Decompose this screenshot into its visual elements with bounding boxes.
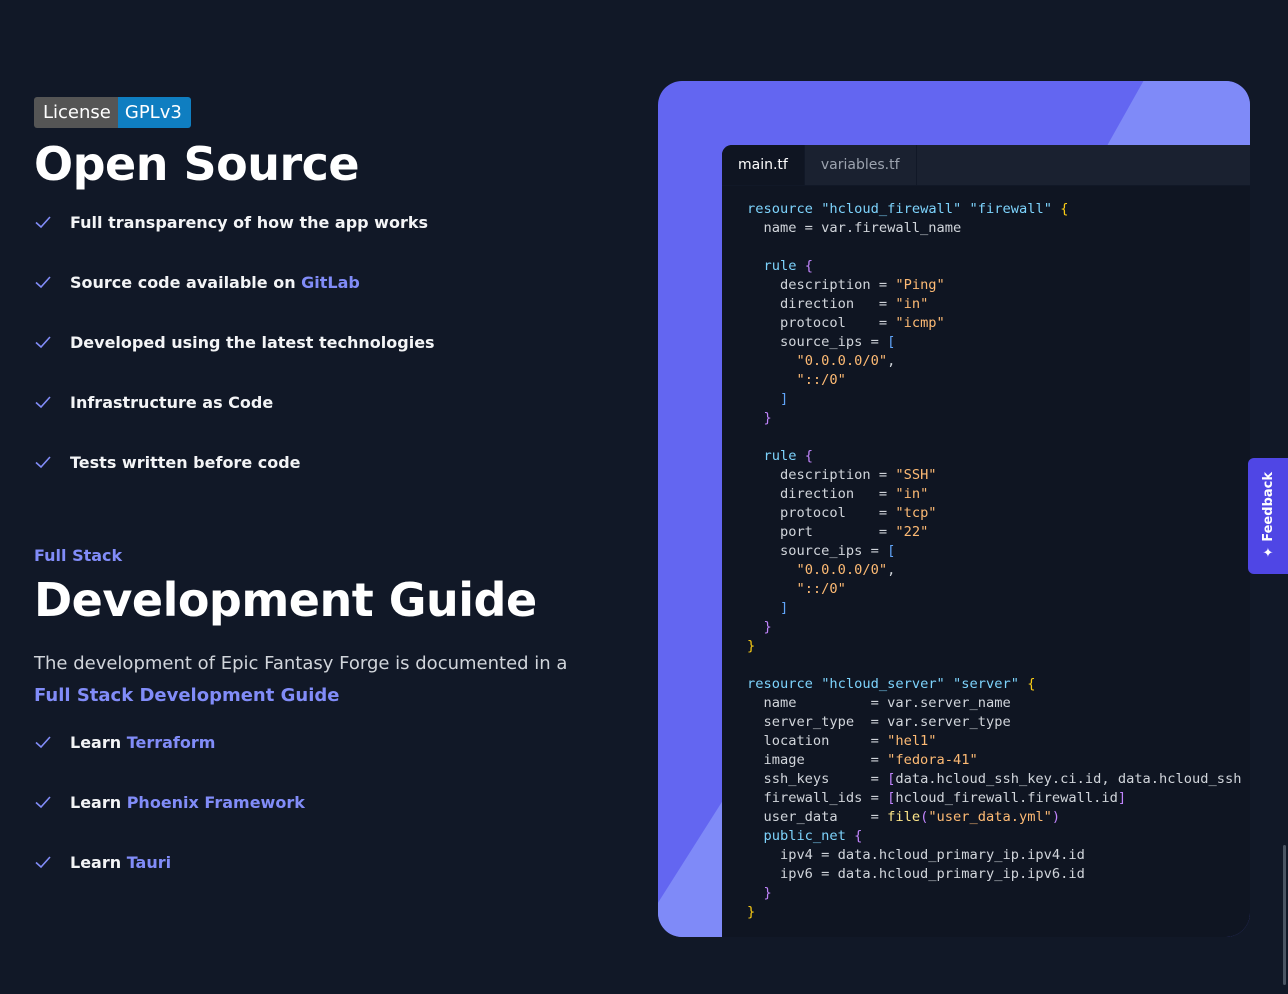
left-column: License GPLv3 Open Source Full transpare… [34, 97, 594, 892]
feedback-label: Feedback [1260, 471, 1276, 542]
tauri-link[interactable]: Tauri [127, 853, 171, 872]
check-icon [34, 393, 52, 411]
gitlab-link[interactable]: GitLab [301, 273, 360, 292]
dev-guide-title: Development Guide [34, 573, 537, 627]
tab-main-tf[interactable]: main.tf [722, 145, 805, 185]
feature-item: Infrastructure as Code [34, 372, 594, 432]
tab-variables-tf[interactable]: variables.tf [805, 145, 917, 185]
check-icon [34, 453, 52, 471]
feature-text: Infrastructure as Code [70, 392, 274, 412]
learn-item: Learn Tauri [34, 832, 594, 892]
check-icon [34, 333, 52, 351]
feature-text: Tests written before code [70, 452, 301, 472]
feature-item: Tests written before code [34, 432, 594, 492]
feature-text: Source code available on [70, 272, 302, 292]
check-icon [34, 853, 52, 871]
learn-item: Learn Phoenix Framework [34, 772, 594, 832]
check-icon [34, 213, 52, 231]
feature-text: Developed using the latest technologies [70, 332, 435, 352]
dev-guide-eyebrow: Full Stack [34, 546, 123, 565]
page-scrollbar-thumb[interactable] [1283, 845, 1286, 985]
check-icon [34, 733, 52, 751]
dev-guide-learn-list: Learn Terraform Learn Phoenix Framework … [34, 712, 594, 892]
open-source-feature-list: Full transparency of how the app works S… [34, 192, 594, 492]
license-badge-value: GPLv3 [117, 97, 191, 128]
phoenix-link[interactable]: Phoenix Framework [127, 793, 305, 812]
terraform-link[interactable]: Terraform [127, 733, 216, 752]
feature-text: Full transparency of how the app works [70, 212, 428, 232]
dev-guide-description: The development of Epic Fantasy Forge is… [34, 648, 594, 712]
sparkle-icon: ✦ [1262, 546, 1274, 562]
learn-text: Learn [70, 852, 127, 872]
dev-guide-description-text: The development of Epic Fantasy Forge is… [34, 653, 568, 674]
license-badge-label: License [34, 97, 118, 128]
code-block: resource "hcloud_firewall" "firewall" { … [747, 201, 1242, 920]
open-source-title: Open Source [34, 137, 360, 191]
check-icon [34, 793, 52, 811]
license-badge[interactable]: License GPLv3 [34, 97, 191, 128]
editor-tabs: main.tf variables.tf [722, 145, 1250, 186]
check-icon [34, 273, 52, 291]
learn-text: Learn [70, 792, 127, 812]
dev-guide-link[interactable]: Full Stack Development Guide [34, 685, 339, 706]
feedback-button[interactable]: Feedback ✦ [1248, 458, 1288, 574]
feature-item: Full transparency of how the app works [34, 192, 594, 252]
learn-text: Learn [70, 732, 127, 752]
feature-item: Developed using the latest technologies [34, 312, 594, 372]
feature-item: Source code available on GitLab [34, 252, 594, 312]
code-editor: main.tf variables.tf resource "hcloud_fi… [722, 145, 1250, 937]
learn-item: Learn Terraform [34, 712, 594, 772]
code-showcase: main.tf variables.tf resource "hcloud_fi… [658, 81, 1250, 937]
